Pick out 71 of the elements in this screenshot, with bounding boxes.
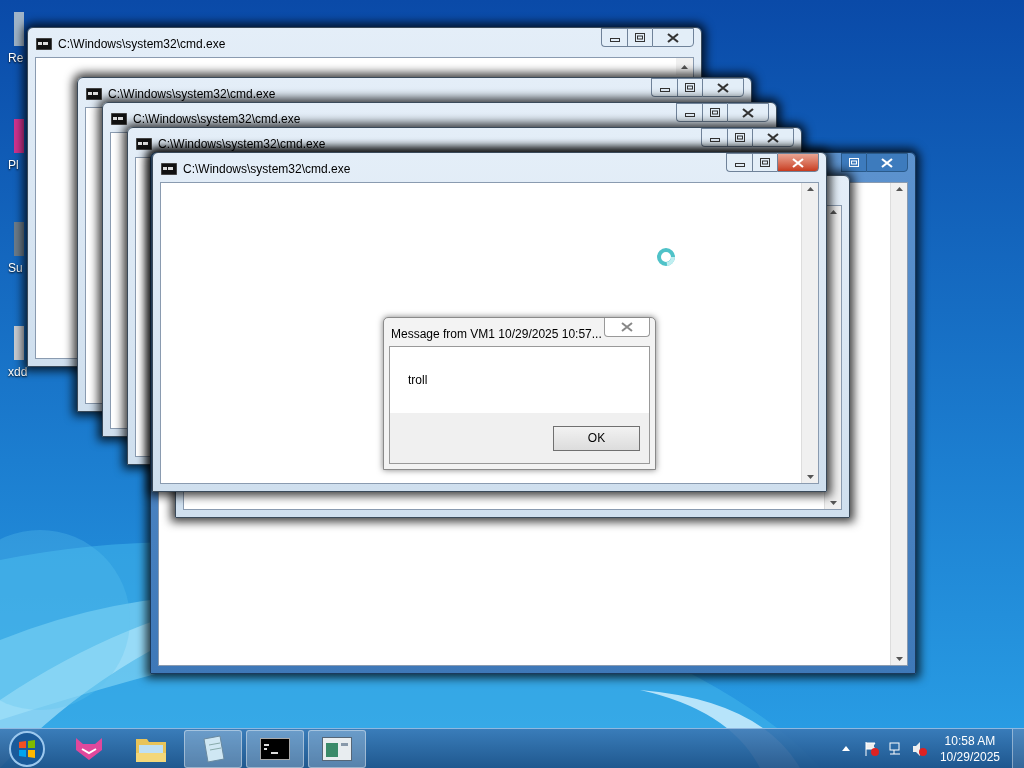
window-title: C:\Windows\system32\cmd.exe bbox=[183, 161, 351, 178]
start-orb-icon[interactable] bbox=[8, 729, 46, 768]
app-window-icon bbox=[322, 736, 352, 761]
scroll-up-icon bbox=[681, 64, 688, 69]
console-icon bbox=[36, 38, 52, 50]
window-title: C:\Windows\system32\cmd.exe bbox=[58, 36, 226, 53]
taskbar-button[interactable] bbox=[308, 729, 366, 768]
scrollbar[interactable] bbox=[890, 183, 907, 665]
minimize-button[interactable] bbox=[701, 128, 727, 147]
window-title: C:\Windows\system32\cmd.exe bbox=[158, 136, 326, 153]
close-icon bbox=[881, 157, 893, 168]
close-button[interactable] bbox=[777, 153, 819, 172]
close-button[interactable] bbox=[702, 78, 744, 97]
console-icon bbox=[260, 737, 290, 760]
desktop-icon-label[interactable]: xdd bbox=[0, 366, 28, 378]
maximize-button[interactable] bbox=[727, 128, 752, 147]
close-icon bbox=[621, 322, 633, 332]
scroll-down-icon bbox=[806, 475, 814, 479]
maximize-icon bbox=[635, 33, 645, 42]
loading-spinner-icon bbox=[656, 247, 676, 267]
notepad-icon bbox=[200, 734, 226, 763]
console-icon bbox=[136, 138, 152, 150]
minimize-button[interactable] bbox=[676, 103, 702, 122]
desktop-icon-label[interactable]: Pl bbox=[0, 159, 19, 171]
flag-alert-icon[interactable] bbox=[863, 740, 880, 757]
desktop-icon-label[interactable]: Re bbox=[0, 52, 24, 64]
scroll-down-icon bbox=[895, 657, 903, 661]
scroll-up-icon bbox=[829, 210, 837, 214]
maximize-button[interactable] bbox=[841, 153, 866, 172]
window-title: C:\Windows\system32\cmd.exe bbox=[108, 86, 276, 103]
scroll-up-icon bbox=[895, 187, 903, 191]
minimize-button[interactable] bbox=[601, 28, 627, 47]
close-icon bbox=[667, 32, 679, 43]
close-icon bbox=[717, 82, 729, 93]
speaker-muted-icon[interactable] bbox=[911, 740, 928, 757]
console-icon bbox=[86, 88, 102, 100]
close-icon bbox=[792, 157, 804, 168]
taskbar-button[interactable] bbox=[246, 729, 304, 768]
close-icon bbox=[742, 107, 754, 118]
ok-button[interactable]: OK bbox=[553, 425, 640, 451]
maximize-icon bbox=[685, 83, 695, 92]
maximize-icon bbox=[735, 133, 745, 142]
clock-date[interactable]: 10/29/2025 bbox=[939, 748, 1000, 765]
maximize-icon bbox=[710, 108, 720, 117]
message-text: troll bbox=[408, 372, 428, 389]
close-button[interactable] bbox=[866, 153, 908, 172]
close-button[interactable] bbox=[752, 128, 794, 147]
window-title: C:\Windows\system32\cmd.exe bbox=[133, 111, 301, 128]
console-icon bbox=[161, 163, 177, 175]
maximize-icon bbox=[760, 158, 770, 167]
maximize-icon bbox=[849, 158, 859, 167]
close-icon bbox=[767, 132, 779, 143]
console-icon bbox=[111, 113, 127, 125]
minimize-button[interactable] bbox=[651, 78, 677, 97]
scroll-up-icon bbox=[806, 187, 814, 191]
maximize-button[interactable] bbox=[752, 153, 777, 172]
show-desktop-button[interactable] bbox=[1012, 729, 1024, 768]
maximize-button[interactable] bbox=[627, 28, 652, 47]
clock-time[interactable]: 10:58 AM bbox=[944, 732, 996, 749]
close-button[interactable] bbox=[727, 103, 769, 122]
cat-cube-icon bbox=[74, 735, 104, 762]
scroll-up-button[interactable] bbox=[676, 58, 693, 75]
show-hidden-icons-icon[interactable] bbox=[841, 746, 850, 751]
scrollbar[interactable] bbox=[801, 183, 818, 483]
maximize-button[interactable] bbox=[702, 103, 727, 122]
desktop-icon-label[interactable]: Su bbox=[0, 262, 23, 274]
maximize-button[interactable] bbox=[677, 78, 702, 97]
close-button[interactable] bbox=[652, 28, 694, 47]
minimize-button[interactable] bbox=[726, 153, 752, 172]
dialog-title: Message from VM1 10/29/2025 10:57... bbox=[390, 326, 602, 343]
scroll-down-icon bbox=[829, 501, 837, 505]
